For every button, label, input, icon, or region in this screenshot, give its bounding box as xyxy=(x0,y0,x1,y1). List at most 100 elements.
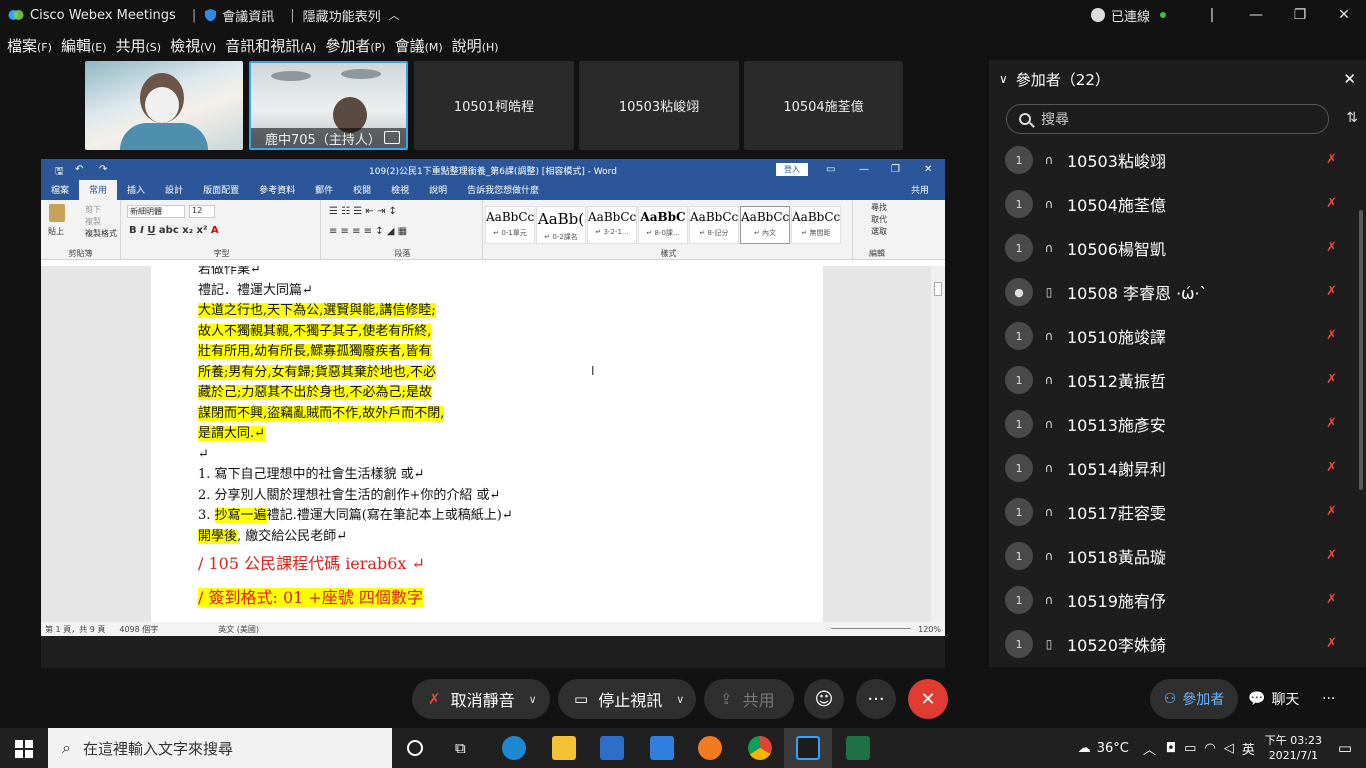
more-options-button[interactable]: ··· xyxy=(856,679,896,719)
menu-participants[interactable]: 參加者(P) xyxy=(325,35,385,56)
more-panels-button[interactable]: ··· xyxy=(1322,679,1346,719)
meeting-info-button[interactable]: 會議資訊 xyxy=(222,6,274,25)
menu-share[interactable]: 共用(S) xyxy=(116,35,162,56)
muted-mic-icon[interactable]: ✗ xyxy=(1326,196,1337,211)
video-tile[interactable]: 10503粘峻翊 xyxy=(579,61,739,150)
muted-mic-icon[interactable]: ✗ xyxy=(1326,240,1337,255)
reactions-button[interactable]: ☺ xyxy=(804,679,844,719)
muted-mic-icon[interactable]: ✗ xyxy=(1326,504,1337,519)
paste-label: 貼上 xyxy=(48,227,64,236)
chevron-up-icon[interactable]: ︿ xyxy=(389,7,400,23)
muted-mic-icon[interactable]: ✗ xyxy=(1326,152,1337,167)
participant-row[interactable]: 1 ∩ 10512黃振哲 ✗ xyxy=(989,358,1359,402)
minimize-icon: — xyxy=(859,164,869,175)
muted-mic-icon[interactable]: ✗ xyxy=(1326,592,1337,607)
edge-icon[interactable] xyxy=(502,736,526,760)
doc-line: 謀閉而不興,盜竊亂賊而不作,故外戶而不閉, xyxy=(198,405,445,421)
headset-icon: ∩ xyxy=(1044,549,1054,563)
participant-row[interactable]: 1 ∩ 10506楊智凱 ✗ xyxy=(989,226,1359,270)
participant-search-input[interactable]: 搜尋 xyxy=(1006,104,1329,134)
leave-meeting-button[interactable]: ✕ xyxy=(908,679,948,719)
clock[interactable]: 下午 03:23 2021/7/1 xyxy=(1265,733,1322,763)
participant-row[interactable]: 1 ∩ 10519施宥伃 ✗ xyxy=(989,578,1359,622)
muted-mic-icon[interactable]: ✗ xyxy=(1326,548,1337,563)
cortana-icon[interactable] xyxy=(407,740,423,756)
menu-view[interactable]: 檢視(V) xyxy=(170,35,216,56)
task-view-icon[interactable]: ⧉ xyxy=(455,739,466,757)
sort-icon[interactable]: ⇅ xyxy=(1346,110,1358,126)
language: 英文 (美國) xyxy=(218,624,260,634)
participant-row[interactable]: ● ▯ 10508 李睿恩 ·ώ·` ✗ xyxy=(989,270,1359,314)
participant-row[interactable]: 1 ▯ 10520李姝錡 ✗ xyxy=(989,622,1359,666)
participants-toggle-button[interactable]: ⚇ 參加者 xyxy=(1150,679,1238,719)
volume-icon[interactable]: ◁ xyxy=(1224,741,1234,756)
participant-row[interactable]: 1 ∩ 10504施荃億 ✗ xyxy=(989,182,1359,226)
muted-mic-icon[interactable]: ✗ xyxy=(1326,636,1337,651)
unmute-button[interactable]: ✗ 取消靜音 ∨ xyxy=(412,679,550,719)
maximize-button[interactable]: ❐ xyxy=(1278,0,1322,30)
participant-scrollbar[interactable] xyxy=(1359,210,1363,490)
menu-help[interactable]: 說明(H) xyxy=(452,35,499,56)
avatar: 1 xyxy=(1005,234,1033,262)
self-video-tile[interactable] xyxy=(85,61,243,150)
chrome-icon[interactable] xyxy=(748,736,772,760)
participant-row[interactable]: 1 ∩ 10517莊容雯 ✗ xyxy=(989,490,1359,534)
avatar: 1 xyxy=(1005,498,1033,526)
store-icon[interactable] xyxy=(600,736,624,760)
close-window-button[interactable]: ✕ xyxy=(1322,0,1366,30)
participant-row[interactable]: 1 ∩ 10514謝昇利 ✗ xyxy=(989,446,1359,490)
windows-start-icon[interactable] xyxy=(15,740,33,758)
participant-row[interactable]: 1 ∩ 10518黃品璇 ✗ xyxy=(989,534,1359,578)
taskbar-search-input[interactable]: ⌕ 在這裡輸入文字來搜尋 xyxy=(48,728,392,768)
camera-icon[interactable]: ◘ xyxy=(1166,741,1176,756)
connection-label: 已連線 xyxy=(1110,9,1150,25)
webex-taskbar-icon[interactable] xyxy=(796,736,820,760)
menu-file[interactable]: 檔案(F) xyxy=(7,35,52,56)
muted-mic-icon[interactable]: ✗ xyxy=(1326,372,1337,387)
muted-mic-icon[interactable]: ✗ xyxy=(1326,460,1337,475)
share-button[interactable]: ⇪ 共用 xyxy=(704,679,794,719)
avatar: 1 xyxy=(1005,322,1033,350)
participant-name: 10503粘峻翊 xyxy=(1067,152,1166,171)
battery-icon[interactable]: ▭ xyxy=(1184,741,1196,756)
stop-video-button[interactable]: ▭ 停止視訊 ∨ xyxy=(558,679,696,719)
chevron-down-icon[interactable]: ∨ xyxy=(529,693,537,706)
cut-label: 剪下 xyxy=(85,205,101,214)
mail-icon[interactable] xyxy=(650,736,674,760)
hide-menu-button[interactable]: 隱藏功能表列 xyxy=(303,6,381,25)
notification-icon[interactable]: ▭ xyxy=(1338,739,1352,757)
video-tile[interactable]: 10504施荃億 xyxy=(744,61,903,150)
connection-status[interactable]: 已連線 xyxy=(1090,6,1166,25)
doc-line: 若做作業↵ xyxy=(198,266,261,277)
muted-mic-icon[interactable]: ✗ xyxy=(1326,328,1337,343)
chevron-down-icon[interactable]: ∨ xyxy=(999,72,1008,86)
host-video-tile[interactable]: 鹿中705（主持人） xyxy=(249,61,408,150)
avast-icon[interactable] xyxy=(698,736,722,760)
person-face xyxy=(145,87,179,123)
muted-mic-icon[interactable]: ✗ xyxy=(1326,416,1337,431)
menu-meeting[interactable]: 會議(M) xyxy=(395,35,443,56)
ime-indicator[interactable]: 英 xyxy=(1242,739,1255,758)
file-explorer-icon[interactable] xyxy=(552,736,576,760)
muted-mic-icon[interactable]: ✗ xyxy=(1326,284,1337,299)
weather-icon[interactable]: ☁ xyxy=(1078,741,1091,756)
chat-button[interactable]: 💬 聊天 xyxy=(1248,679,1308,719)
video-tile[interactable]: 10501柯皓程 xyxy=(414,61,574,150)
chevron-up-icon[interactable]: ︿ xyxy=(1143,739,1156,758)
excel-icon[interactable] xyxy=(846,736,870,760)
chevron-down-icon[interactable]: ∨ xyxy=(676,693,684,706)
participant-row[interactable]: 1 ∩ 10510施竣譯 ✗ xyxy=(989,314,1359,358)
headset-icon: ∩ xyxy=(1044,505,1054,519)
separator: | xyxy=(191,7,197,23)
wifi-icon[interactable]: ◠ xyxy=(1204,741,1215,756)
participant-list: 1 ∩ 10503粘峻翊 ✗ 1 ∩ 10504施荃億 ✗ 1 ∩ 10506楊智凱 ✗ ● ▯ 10… xyxy=(989,138,1359,666)
menu-edit[interactable]: 編輯(E) xyxy=(61,35,107,56)
word-tab: 檔案 xyxy=(51,186,70,196)
participant-row[interactable]: 1 ∩ 10513施彥安 ✗ xyxy=(989,402,1359,446)
close-panel-button[interactable]: ✕ xyxy=(1343,70,1356,88)
doc-line: 藏於己;力惡其不出於身也,不必為己;是故 xyxy=(198,385,432,400)
participant-row[interactable]: 1 ∩ 10503粘峻翊 ✗ xyxy=(989,138,1359,182)
minimize-button[interactable]: — xyxy=(1234,0,1278,30)
weather-temp[interactable]: 36°C xyxy=(1097,741,1129,756)
menu-audio-video[interactable]: 音訊和視訊(A) xyxy=(225,35,316,56)
